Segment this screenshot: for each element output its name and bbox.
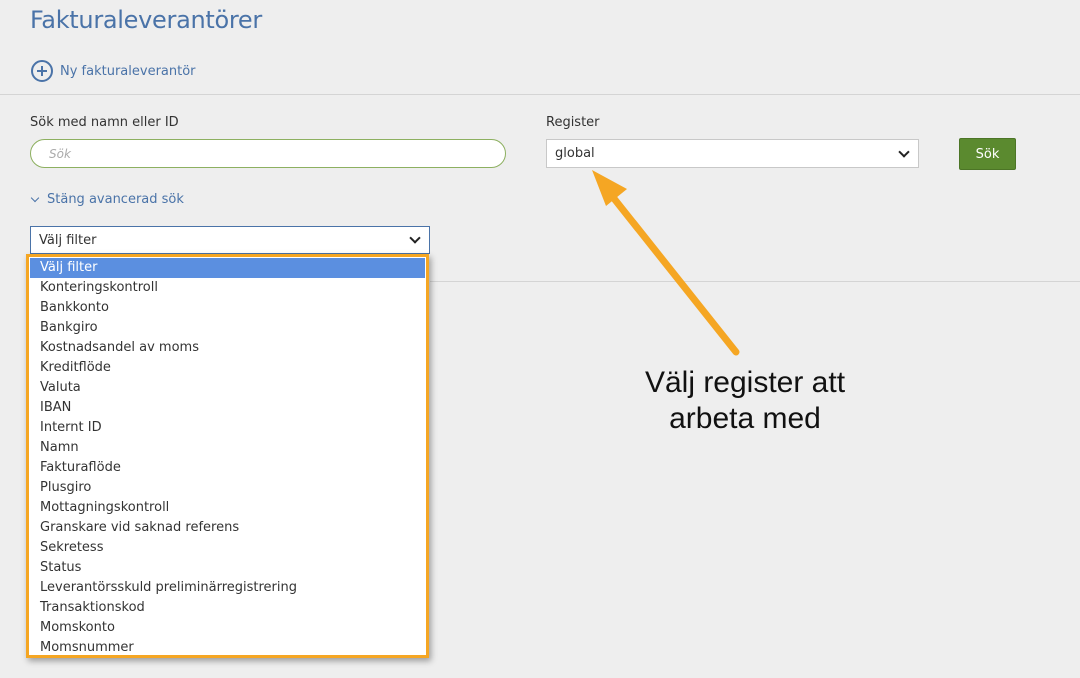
new-invoice-supplier-link[interactable]: Ny fakturaleverantör <box>31 60 196 82</box>
divider <box>0 94 1080 95</box>
divider <box>430 281 1080 282</box>
filter-option[interactable]: Granskare vid saknad referens <box>30 518 425 538</box>
register-select-value: global <box>555 146 595 161</box>
filter-option[interactable]: Momskonto <box>30 618 425 638</box>
filter-option[interactable]: Mottagningskontroll <box>30 498 425 518</box>
filter-option[interactable]: Sekretess <box>30 538 425 558</box>
page: Fakturaleverantörer Ny fakturaleverantör… <box>0 0 1080 678</box>
arrow-shaft <box>608 192 740 356</box>
filter-option[interactable]: Transaktionskod <box>30 598 425 618</box>
filter-option[interactable]: Kreditflöde <box>30 358 425 378</box>
filter-option[interactable]: Namn <box>30 438 425 458</box>
search-label: Sök med namn eller ID <box>30 115 179 130</box>
filter-select[interactable]: Välj filter <box>30 226 430 254</box>
filter-option[interactable]: Bankkonto <box>30 298 425 318</box>
filter-option[interactable]: Bankgiro <box>30 318 425 338</box>
register-select[interactable]: global <box>546 139 919 168</box>
new-invoice-supplier-label: Ny fakturaleverantör <box>60 63 196 79</box>
register-label: Register <box>546 115 600 130</box>
filter-option[interactable]: Valuta <box>30 378 425 398</box>
page-title: Fakturaleverantörer <box>30 6 262 34</box>
filter-option[interactable]: Kostnadsandel av moms <box>30 338 425 358</box>
close-advanced-search-label: Stäng avancerad sök <box>47 192 184 207</box>
plus-circle-icon <box>31 60 53 82</box>
filter-option[interactable]: Leverantörsskuld preliminärregistrering <box>30 578 425 598</box>
search-input[interactable] <box>30 139 506 168</box>
filter-option[interactable]: IBAN <box>30 398 425 418</box>
annotation-line-2: arbeta med <box>669 402 821 435</box>
annotation-line-1: Välj register att <box>644 366 846 399</box>
chevron-down-icon <box>898 145 910 158</box>
arrow-head <box>592 170 627 206</box>
filter-option[interactable]: Momsnummer <box>30 638 425 658</box>
filter-select-value: Välj filter <box>39 232 97 248</box>
filter-option[interactable]: Fakturaflöde <box>30 458 425 478</box>
search-button[interactable]: Sök <box>959 138 1016 170</box>
chevron-down-icon <box>409 232 421 244</box>
filter-option[interactable]: Plusgiro <box>30 478 425 498</box>
annotation-text: Välj register att arbeta med <box>600 365 890 437</box>
close-advanced-search-toggle[interactable]: Stäng avancerad sök <box>30 192 184 207</box>
chevron-down-icon <box>30 193 40 203</box>
filter-option[interactable]: Välj filter <box>30 258 425 278</box>
filter-option[interactable]: Status <box>30 558 425 578</box>
filter-option[interactable]: Konteringskontroll <box>30 278 425 298</box>
filter-dropdown-list: Välj filter Konteringskontroll Bankkonto Ba… <box>26 254 429 658</box>
filter-option[interactable]: Internt ID <box>30 418 425 438</box>
